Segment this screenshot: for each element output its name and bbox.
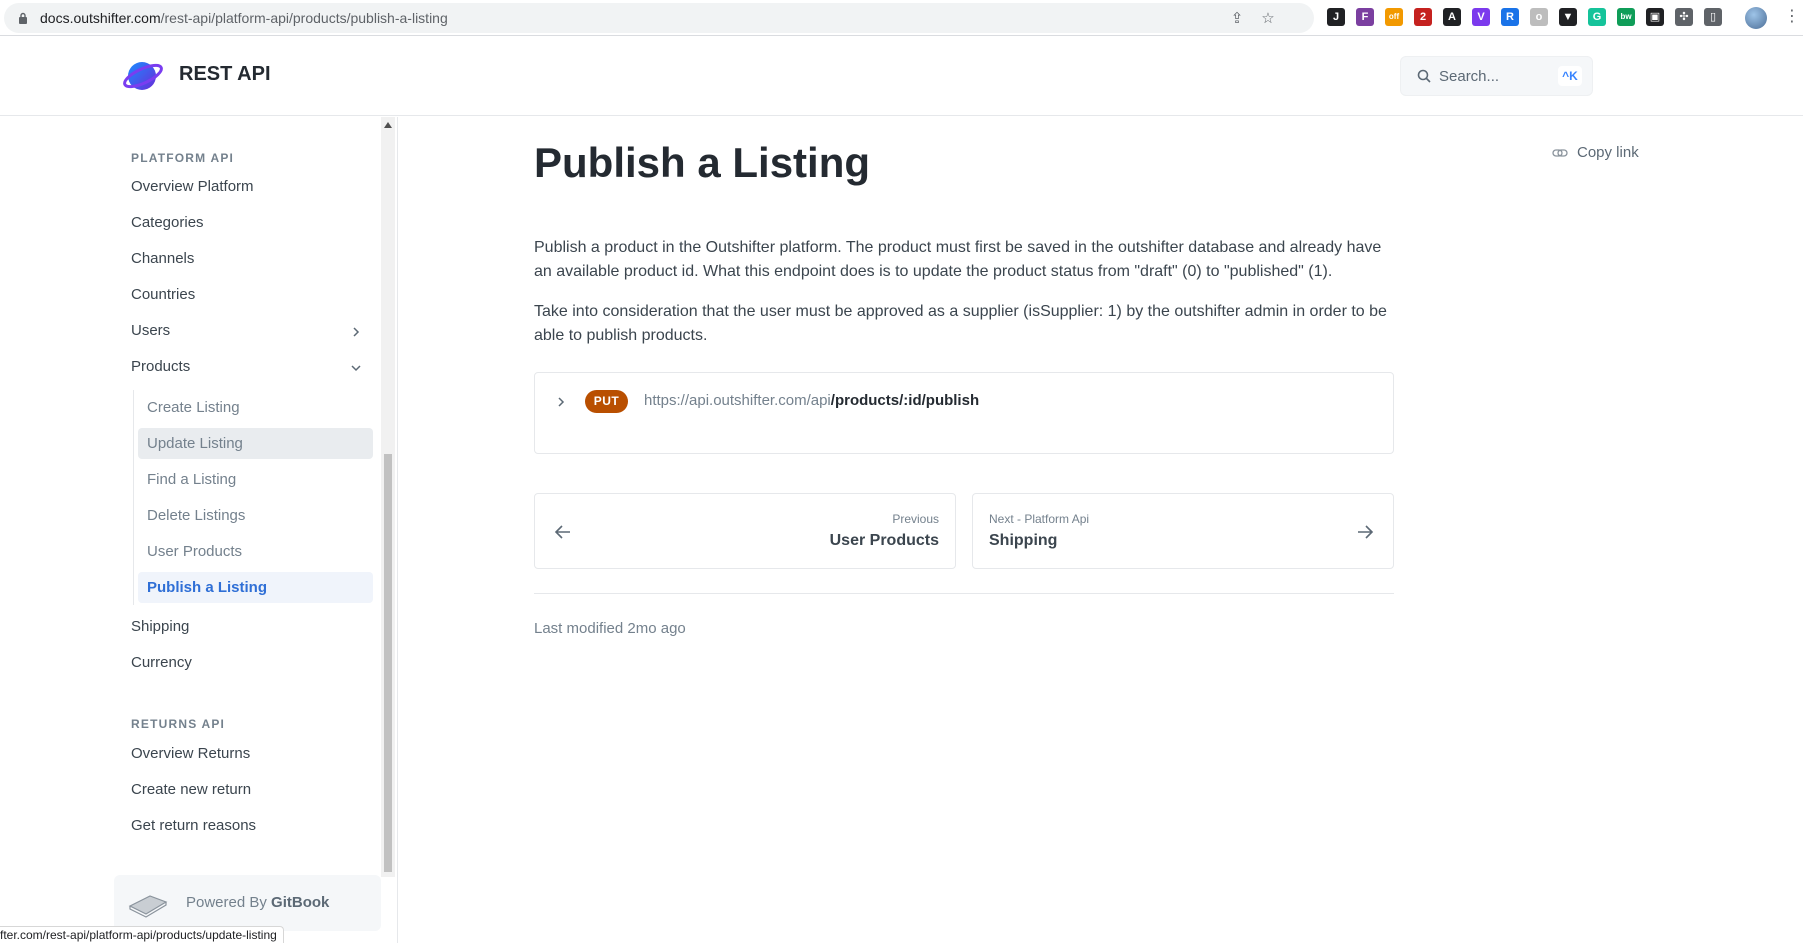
browser-toolbar: docs.outshifter.com/rest-api/platform-ap… — [0, 0, 1803, 36]
sidebar-item-overview-platform[interactable]: Overview Platform — [131, 178, 254, 195]
sidebar-item-overview-returns[interactable]: Overview Returns — [131, 745, 250, 762]
ext-1-icon[interactable]: J — [1327, 8, 1345, 26]
site-title[interactable]: REST API — [179, 63, 271, 86]
sidebar-item-user-products[interactable]: User Products — [138, 536, 373, 567]
sidebar-item-countries[interactable]: Countries — [131, 286, 195, 303]
previous-page-card[interactable]: Previous User Products — [534, 493, 956, 569]
chevron-right-icon[interactable] — [350, 326, 362, 338]
profile-avatar[interactable] — [1745, 7, 1767, 29]
url-text: docs.outshifter.com/rest-api/platform-ap… — [40, 10, 448, 26]
sidebar-item-create-return[interactable]: Create new return — [131, 781, 251, 798]
scrollbar-thumb[interactable] — [384, 454, 392, 872]
scroll-up-arrow-icon[interactable] — [384, 122, 392, 128]
ext-2-icon[interactable]: F — [1356, 8, 1374, 26]
last-modified: Last modified 2mo ago — [534, 620, 686, 637]
content-divider — [534, 593, 1394, 594]
http-method-badge: PUT — [585, 390, 628, 413]
section-title-returns: RETURNS API — [131, 717, 226, 731]
sidebar-item-update-listing[interactable]: Update Listing — [138, 428, 373, 459]
description-paragraph-2: Take into consideration that the user mu… — [534, 303, 1387, 344]
gitbook-icon — [128, 895, 168, 918]
ext-5-icon[interactable]: A — [1443, 8, 1461, 26]
ext-8-icon[interactable]: o — [1530, 8, 1548, 26]
chevron-right-icon[interactable] — [555, 396, 567, 408]
next-label: Next - Platform Api — [989, 512, 1090, 526]
lock-icon — [19, 12, 27, 24]
page-title: Publish a Listing — [534, 139, 871, 186]
sidebar-scrollbar[interactable] — [381, 117, 395, 877]
ext-12-icon[interactable]: ▣ — [1646, 8, 1664, 26]
sidebar: PLATFORM API Overview Platform Categorie… — [0, 117, 398, 943]
sidebar-item-delete-listings[interactable]: Delete Listings — [138, 500, 373, 531]
description-paragraph-1: Publish a product in the Outshifter plat… — [534, 239, 1382, 280]
next-title: Shipping — [989, 532, 1058, 549]
link-status-bar: fter.com/rest-api/platform-api/products/… — [0, 926, 284, 943]
next-page-card[interactable]: Next - Platform Api Shipping — [972, 493, 1394, 569]
site-header: REST API Search... ^K — [0, 37, 1803, 116]
menu-kebab-icon[interactable]: ⋮ — [1784, 7, 1800, 27]
arrow-right-icon — [1358, 525, 1374, 539]
sidebar-item-channels[interactable]: Channels — [131, 250, 194, 267]
ext-6-icon[interactable]: V — [1472, 8, 1490, 26]
sidebar-item-currency[interactable]: Currency — [131, 654, 192, 671]
sidebar-item-publish-listing[interactable]: Publish a Listing — [138, 572, 373, 603]
ext-9-icon[interactable]: ▼ — [1559, 8, 1577, 26]
sidebar-item-categories[interactable]: Categories — [131, 214, 204, 231]
sidebar-item-create-listing[interactable]: Create Listing — [138, 392, 373, 423]
submenu-guide-line — [133, 390, 134, 605]
sidebar-item-return-reasons[interactable]: Get return reasons — [131, 817, 256, 834]
chevron-down-icon[interactable] — [350, 362, 362, 374]
link-icon — [1552, 149, 1568, 157]
powered-by-gitbook[interactable]: Powered By GitBook — [114, 875, 381, 931]
outshifter-logo-icon[interactable] — [122, 59, 164, 93]
ext-14-icon[interactable]: ▯ — [1704, 8, 1722, 26]
bookmark-star-icon[interactable]: ☆ — [1260, 11, 1276, 27]
sidebar-item-users[interactable]: Users — [131, 322, 170, 339]
ext-3-icon[interactable]: off — [1385, 8, 1403, 26]
endpoint-url: https://api.outshifter.com/api/products/… — [644, 392, 980, 409]
previous-title: User Products — [829, 532, 939, 549]
section-title-platform: PLATFORM API — [131, 151, 235, 165]
ext-4-icon[interactable]: 2 — [1414, 8, 1432, 26]
search-icon — [1417, 69, 1431, 83]
sidebar-item-products[interactable]: Products — [131, 358, 190, 375]
gitbook-label: GitBook — [271, 894, 330, 911]
arrow-left-icon — [554, 525, 570, 539]
api-endpoint-block[interactable]: PUT https://api.outshifter.com/api/produ… — [534, 372, 1394, 454]
search-shortcut-badge: ^K — [1558, 66, 1582, 86]
ext-7-icon[interactable]: R — [1501, 8, 1519, 26]
search-placeholder: Search... — [1439, 68, 1500, 85]
ext-11-icon[interactable]: bw — [1617, 8, 1635, 26]
sidebar-item-shipping[interactable]: Shipping — [131, 618, 189, 635]
sidebar-item-find-listing[interactable]: Find a Listing — [138, 464, 373, 495]
previous-label: Previous — [892, 512, 939, 526]
powered-by-label: Powered By — [186, 894, 267, 911]
copy-link-label: Copy link — [1577, 144, 1639, 161]
search-input[interactable]: Search... ^K — [1400, 56, 1593, 96]
address-bar[interactable]: docs.outshifter.com/rest-api/platform-ap… — [4, 3, 1314, 33]
share-icon[interactable]: ⇪ — [1229, 11, 1245, 27]
ext-13-icon[interactable]: ✣ — [1675, 8, 1693, 26]
ext-10-icon[interactable]: G — [1588, 8, 1606, 26]
